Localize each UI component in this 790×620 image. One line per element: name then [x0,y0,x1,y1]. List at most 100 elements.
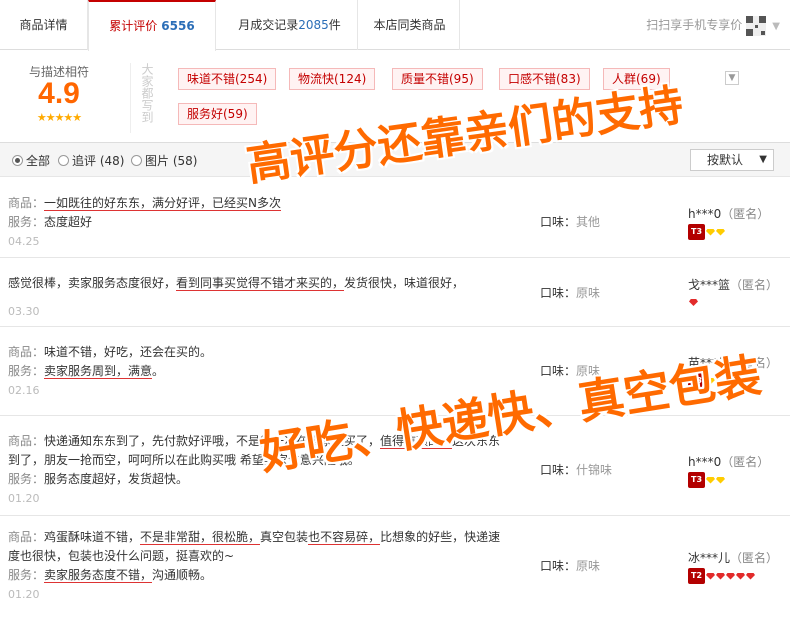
review-item: 感觉很棒，卖家服务态度很好，看到同事买觉得不错才来买的，发货很快，味道很好， 0… [0,258,790,327]
mobile-price-qr[interactable]: 扫扫享手机专享价 ▼ [646,0,780,50]
impression-tag[interactable]: 人群(69) [603,68,670,90]
diamond-icon [706,377,715,385]
label-service: 服务： [8,472,45,486]
member-level-icon: T2 [688,568,705,584]
member-level-icon: T3 [688,472,705,488]
review-text: 这次东东 [452,434,501,448]
review-text-highlight: 卖家服务周到，满意 [44,364,153,379]
chevron-down-icon: ▼ [772,21,780,32]
review-content: 商品：味道不错，好吃，还会在买的。 服务：卖家服务周到，满意。 [8,343,518,381]
impression-tag[interactable]: 味道不错(254) [178,68,277,90]
heart-icon [716,572,725,580]
impression-tag[interactable]: 质量不错(95) [392,68,483,90]
heart-icon [746,572,755,580]
review-date: 02.16 [8,384,40,397]
impression-tag[interactable]: 口感不错(83) [499,68,590,90]
tab-bar: 商品详情 累计评价 6556 月成交记录2085件 本店同类商品 扫扫享手机专享价… [0,0,790,51]
flavor-label: 口味： [540,286,577,300]
reviewer-name: 戈***篮（匿名） [688,276,778,293]
tab-reviews-label: 累计评价 [109,19,158,33]
impression-tag[interactable]: 物流快(124) [289,68,376,90]
diamond-icon [716,476,725,484]
expand-tags-icon[interactable]: ▼ [725,71,739,85]
heart-icon [736,572,745,580]
flavor-label: 口味： [540,463,577,477]
review-content: 商品：鸡蛋酥味道不错，不是非常甜，很松脆，真空包装也不容易碎，比想象的好些，快递… [8,528,518,585]
flavor-value: 原味 [576,364,601,378]
review-item: 商品：味道不错，好吃，还会在买的。 服务：卖家服务周到，满意。 02.16 口味… [0,327,790,416]
heart-icon [689,299,698,306]
reviewer-name: h***0（匿名） [688,453,769,470]
review-text-highlight: 卖家服务态度不错， [44,568,153,583]
flavor-value: 什锦味 [576,463,613,477]
flavor-label: 口味： [540,215,577,229]
review-date: 03.30 [8,305,40,318]
review-flavor: 口味：原味 [540,362,600,379]
review-date: 01.20 [8,588,40,601]
reviewer-badges: T3 [688,373,715,389]
review-text: 感觉很棒，卖家服务态度很好， [8,276,177,290]
label-product: 商品： [8,530,45,544]
qr-label: 扫扫享手机专享价 [646,18,743,32]
review-text: 发货很快，味道很好， [344,276,465,290]
review-content: 感觉很棒，卖家服务态度很好，看到同事买觉得不错才来买的，发货很快，味道很好， [8,274,518,293]
filter-pics-radio[interactable]: 图片 (58) [131,152,197,169]
reviewer-name: 冰***儿（匿名） [688,549,778,566]
review-text: 度也很快，包装也没什么问题，挺喜欢的~ [8,549,235,563]
review-text-highlight: 值得信赖的， [380,434,453,449]
user-name: h***0 [688,455,722,469]
user-name: 苗***红 [688,356,731,370]
tab-reviews-count: 6556 [161,19,195,33]
label-product: 商品： [8,434,45,448]
tab-product-detail[interactable]: 商品详情 [0,0,88,50]
anon-label: （匿名） [721,455,770,469]
filter-all-radio[interactable]: 全部 [12,152,50,169]
reviewer-badges: T3 [688,472,725,488]
review-text-highlight: 看到同事买觉得不错才来买的， [176,276,345,291]
tab-monthly-sales[interactable]: 月成交记录2085件 [222,0,358,50]
review-flavor: 口味：什锦味 [540,461,612,478]
tab-monthly-label: 月成交记录 [238,18,299,32]
reviewer-badges: T2 [688,568,755,584]
anon-label: （匿名） [730,356,779,370]
everyone-says-label: 大家都写到 [140,63,154,123]
flavor-label: 口味： [540,364,577,378]
radio-icon [58,155,69,166]
flavor-value: 原味 [576,286,601,300]
review-content: 商品：快递通知东东到了，先付款好评哦，不是第一次在卖家这买了，值得信赖的，这次东… [8,432,518,489]
review-flavor: 口味：原味 [540,284,600,301]
label-service: 服务： [8,568,45,582]
review-text: 快递通知东东到了，先付款好评哦，不是第一次在卖家这买了， [44,434,381,448]
review-flavor: 口味：其他 [540,213,600,230]
review-text: 态度超好 [44,215,93,229]
review-item: 商品：鸡蛋酥味道不错，不是非常甜，很松脆，真空包装也不容易碎，比想象的好些，快递… [0,516,790,620]
divider [130,63,131,133]
flavor-label: 口味： [540,559,577,573]
filter-bar: 全部 追评 (48) 图片 (58) 按默认 ▼ [0,143,790,177]
heart-icon [726,572,735,580]
tab-reviews[interactable]: 累计评价 6556 [88,0,216,51]
review-text: 服务态度超好，发货超快。 [44,472,189,486]
filter-all-label: 全部 [26,154,51,168]
tab-similar-products[interactable]: 本店同类商品 [360,0,460,50]
diamond-icon [706,476,715,484]
label-product: 商品： [8,345,45,359]
sort-value: 按默认 [707,153,744,167]
review-text-highlight: 一如既往的好东东，满分好评，已经买N多次 [44,196,281,211]
heart-icon [706,572,715,580]
review-item: 商品：快递通知东东到了，先付款好评哦，不是第一次在卖家这买了，值得信赖的，这次东… [0,416,790,516]
review-date: 01.20 [8,492,40,505]
review-text: 鸡蛋酥味道不错， [44,530,141,544]
reviewer-badges [688,295,698,311]
flavor-value: 原味 [576,559,601,573]
impression-tag[interactable]: 服务好(59) [178,103,257,125]
radio-icon [131,155,142,166]
review-date: 04.25 [8,235,40,248]
sort-select[interactable]: 按默认 ▼ [690,149,774,171]
user-name: 冰***儿 [688,551,731,565]
filter-pics-label: 图片 (58) [145,154,198,168]
label-service: 服务： [8,215,45,229]
member-level-icon: T3 [688,224,705,240]
filter-append-radio[interactable]: 追评 (48) [58,152,124,169]
reviewer-badges: T3 [688,224,725,240]
